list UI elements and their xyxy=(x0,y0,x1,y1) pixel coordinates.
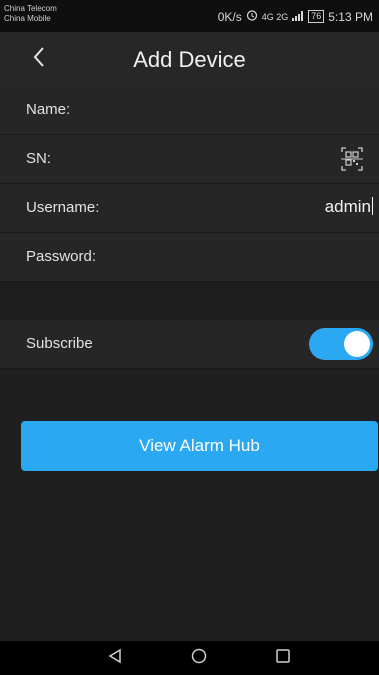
text-cursor xyxy=(372,197,373,215)
name-field[interactable]: Name: xyxy=(0,86,379,135)
subscribe-toggle[interactable] xyxy=(309,328,373,360)
status-indicators: 0K/s 4G 2G 76 5:13 PM xyxy=(218,9,373,24)
view-alarm-hub-button[interactable]: View Alarm Hub xyxy=(21,421,378,471)
carrier-2: China Mobile xyxy=(4,14,51,23)
sn-field[interactable]: SN: xyxy=(0,135,379,184)
toggle-knob xyxy=(344,331,370,357)
battery-indicator: 76 xyxy=(308,10,325,23)
username-value: admin xyxy=(324,197,371,216)
username-value-group: admin xyxy=(325,197,373,217)
name-label: Name: xyxy=(26,101,71,118)
sn-label: SN: xyxy=(26,150,52,167)
triangle-back-icon xyxy=(107,648,123,669)
password-field[interactable]: Password: xyxy=(0,233,379,282)
carrier-1: China Telecom xyxy=(4,4,57,13)
section-divider xyxy=(0,284,379,320)
subscribe-row: Subscribe xyxy=(0,320,379,369)
square-recents-icon xyxy=(275,648,291,669)
alarm-clock-icon xyxy=(246,9,258,24)
network-speed: 0K/s xyxy=(217,9,242,24)
nav-home-button[interactable] xyxy=(189,648,209,668)
nav-recents-button[interactable] xyxy=(273,648,293,668)
clock-time: 5:13 PM xyxy=(328,9,373,24)
status-bar: China Telecom China Mobile 0K/s 4G 2G 76… xyxy=(0,0,379,32)
signal-icon xyxy=(292,10,304,24)
username-label: Username: xyxy=(26,199,100,216)
signal-labels: 4G 2G xyxy=(261,11,289,22)
nav-back-button[interactable] xyxy=(105,648,125,668)
page-title: Add Device xyxy=(133,47,246,72)
circle-home-icon xyxy=(191,648,207,669)
system-nav-bar xyxy=(0,641,379,675)
password-label: Password: xyxy=(26,248,97,265)
carrier-info: China Telecom China Mobile xyxy=(4,4,57,24)
app-header: Add Device xyxy=(0,32,379,86)
subscribe-label: Subscribe xyxy=(26,335,93,352)
username-field[interactable]: Username: admin xyxy=(0,184,379,233)
qr-scan-icon[interactable] xyxy=(341,147,363,171)
